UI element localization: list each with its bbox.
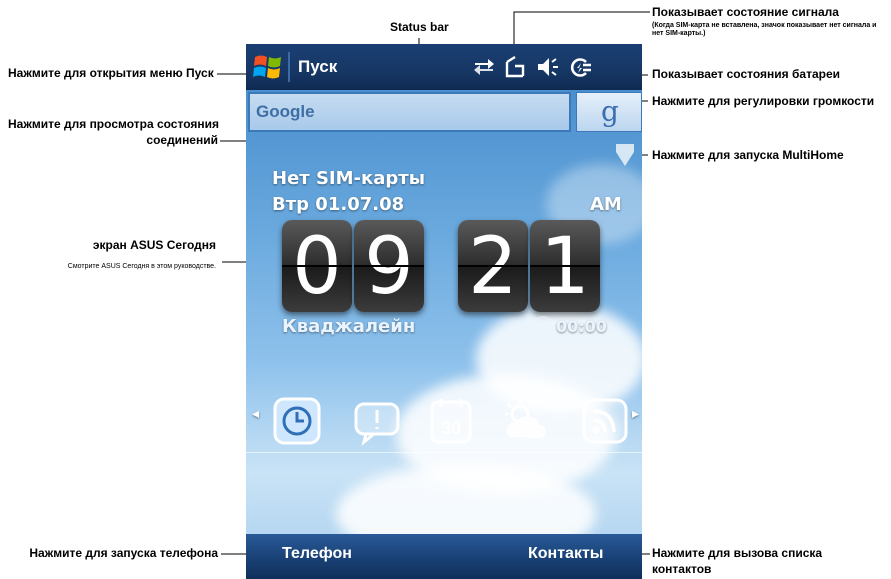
hour-tens-value: 0 (292, 222, 342, 312)
sim-status: Нет SIM-карты (272, 168, 425, 189)
calendar-day: 30 (441, 418, 461, 438)
battery-icon (566, 54, 592, 80)
contacts-softkey-button[interactable]: Контакты (528, 545, 603, 563)
clock-digit-minute-tens[interactable]: 2 (458, 220, 528, 312)
clock-digit-minute-ones[interactable]: 1 (530, 220, 600, 312)
status-bar: Пуск (246, 44, 642, 90)
clock-icon[interactable] (272, 396, 322, 446)
phone-screen: Пуск Google g Нет SIM-карты Втр 01.07.08… (246, 44, 642, 579)
volume-icon[interactable] (535, 54, 561, 80)
no-signal-icon (502, 54, 528, 80)
phone-softkey-button[interactable]: Телефон (282, 545, 352, 563)
alarm-time-value: 00:00 (556, 317, 607, 336)
message-icon[interactable] (352, 396, 402, 446)
minute-ones-value: 1 (540, 222, 590, 312)
status-bar-caption: Status bar (390, 20, 449, 34)
clock-digit-hour-ones[interactable]: 9 (354, 220, 424, 312)
signal-note: (Когда SIM-карта не вставлена, значок по… (652, 22, 877, 37)
alarm-time[interactable]: 00:00 (534, 316, 607, 336)
alarm-clock-icon (534, 316, 552, 334)
hour-ones-value: 9 (364, 222, 414, 312)
connectivity-icon[interactable] (471, 54, 497, 80)
volume-caption: Нажмите для регулировки громкости (652, 94, 875, 108)
clock-digit-hour-tens[interactable]: 0 (282, 220, 352, 312)
softkey-bar: Телефон Контакты (246, 534, 642, 579)
today-divider (246, 452, 642, 453)
scroll-right-icon[interactable]: ▸ (632, 406, 639, 422)
battery-caption: Показывает состояния батареи (652, 67, 841, 81)
calendar-icon[interactable]: 30 (426, 396, 476, 446)
am-pm-label: AM (590, 194, 622, 215)
multihome-tab-icon[interactable] (616, 144, 634, 166)
start-separator (288, 52, 290, 82)
location-label[interactable]: Кваджалейн (282, 316, 415, 337)
date-label: Втр 01.07.08 (272, 194, 405, 215)
weather-icon[interactable] (500, 396, 550, 446)
contacts-caption-line2: контактов (652, 562, 712, 576)
scroll-left-icon[interactable]: ◂ (252, 406, 259, 422)
rss-icon[interactable] (580, 396, 630, 446)
connections-caption-line2: соединений (146, 133, 218, 147)
connections-caption-line1: Нажмите для просмотра состояния (8, 117, 219, 131)
start-menu-caption: Нажмите для открытия меню Пуск (8, 66, 214, 80)
windows-logo-icon[interactable] (252, 52, 284, 82)
phone-caption: Нажмите для запуска телефона (29, 546, 218, 560)
today-screen-note: Смотрите ASUS Сегодня в этом руководстве… (67, 263, 216, 270)
search-input[interactable]: Google (248, 92, 571, 132)
today-screen-caption: экран ASUS Сегодня (92, 238, 216, 252)
multihome-caption: Нажмите для запуска MultiHome (652, 148, 844, 162)
search-button[interactable]: g (576, 92, 642, 132)
contacts-caption-line1: Нажмите для вызова списка (652, 546, 823, 560)
signal-caption: Показывает состояние сигнала (652, 5, 839, 19)
start-menu-button[interactable]: Пуск (298, 57, 337, 77)
google-g-icon: g (601, 95, 619, 128)
search-placeholder: Google (256, 102, 315, 121)
minute-tens-value: 2 (468, 222, 518, 312)
